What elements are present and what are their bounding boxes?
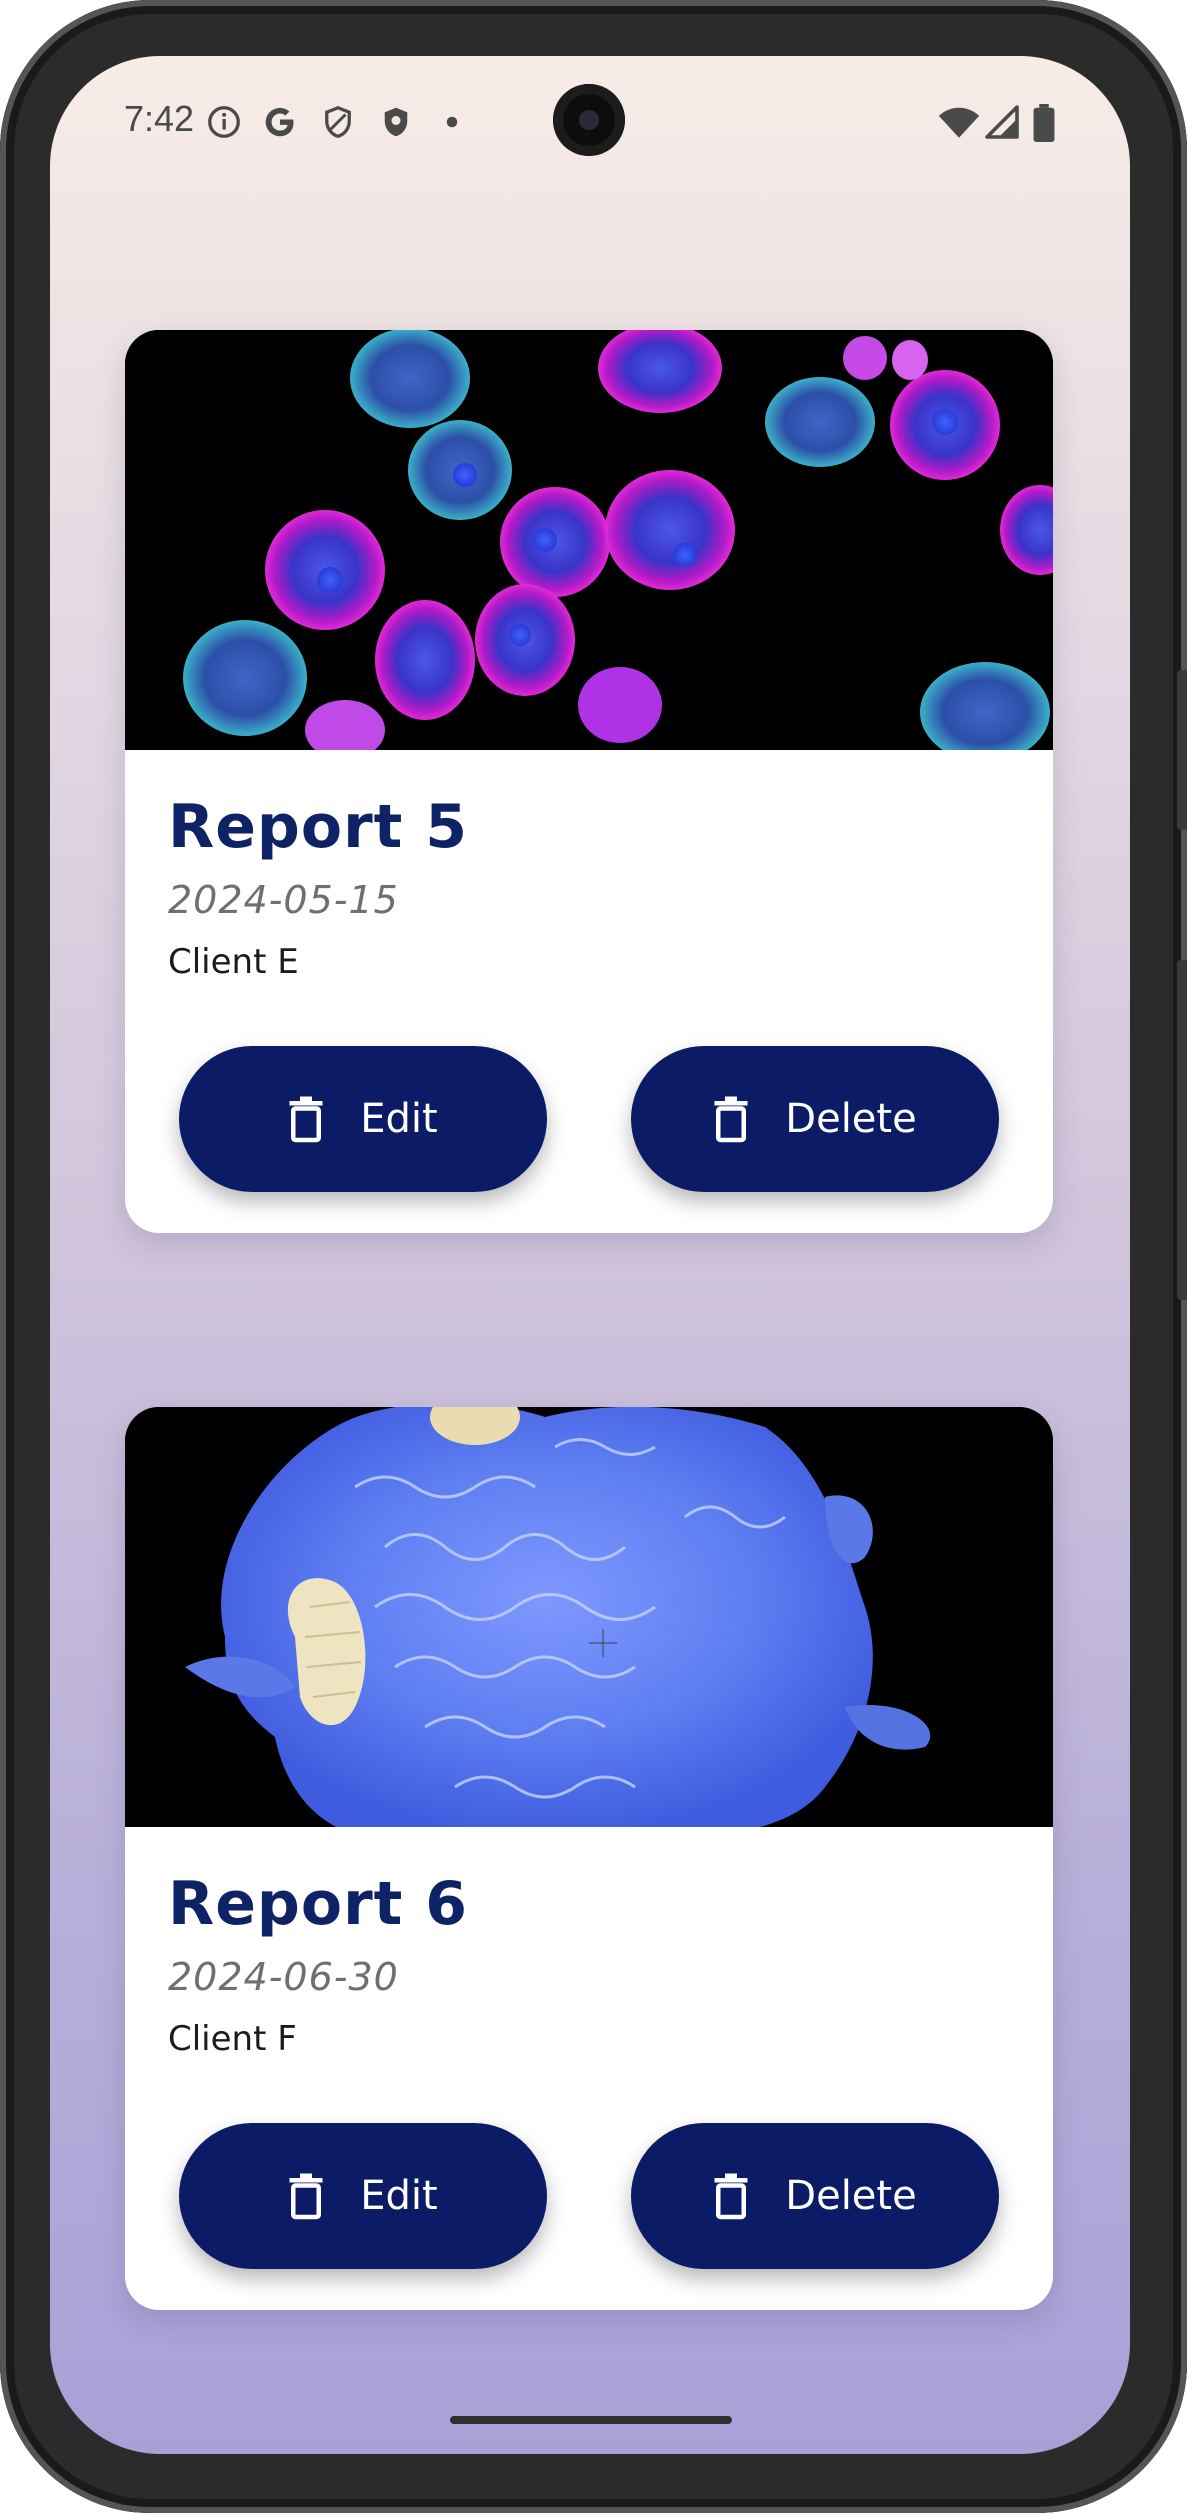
report-client: Client E bbox=[168, 942, 299, 982]
google-icon bbox=[265, 107, 294, 137]
front-camera bbox=[553, 84, 625, 156]
report-card: Report 6 2024-06-30 Client F Edit Delete bbox=[125, 1407, 1053, 2310]
report-client: Client F bbox=[168, 2019, 297, 2059]
trash-icon bbox=[289, 2173, 323, 2220]
trash-icon bbox=[289, 1096, 323, 1143]
signal-icon bbox=[985, 105, 1019, 139]
delete-button[interactable]: Delete bbox=[631, 1046, 999, 1192]
report-card: Report 5 2024-05-15 Client E Edit Delete bbox=[125, 330, 1053, 1233]
status-time: 7:42 bbox=[124, 98, 195, 139]
battery-icon bbox=[1033, 104, 1055, 142]
fluorescent-cells-image bbox=[125, 330, 1053, 750]
delete-button-label: Delete bbox=[785, 1096, 917, 1142]
report-date: 2024-06-30 bbox=[168, 1955, 399, 1999]
dot-icon bbox=[446, 116, 458, 128]
shield-icon bbox=[325, 105, 351, 138]
trash-icon bbox=[714, 2173, 748, 2220]
trash-icon bbox=[714, 1096, 748, 1143]
status-bar: 7:42 bbox=[50, 56, 1130, 186]
edit-button[interactable]: Edit bbox=[179, 2123, 547, 2269]
report-title: Report 6 bbox=[168, 1869, 468, 1939]
edit-button-label: Edit bbox=[360, 2173, 438, 2219]
delete-button-label: Delete bbox=[785, 2173, 917, 2219]
phone-frame: 7:42 Report 5 2024-05-15 Client E Edit D… bbox=[0, 0, 1187, 2513]
info-icon bbox=[208, 106, 240, 138]
blue-cell-microscopy-image bbox=[125, 1407, 1053, 1827]
volume-button bbox=[1177, 960, 1187, 1300]
wifi-icon bbox=[938, 107, 980, 138]
shield-badge-icon bbox=[384, 107, 408, 137]
delete-button[interactable]: Delete bbox=[631, 2123, 999, 2269]
screen: 7:42 Report 5 2024-05-15 Client E Edit D… bbox=[50, 56, 1130, 2454]
report-date: 2024-05-15 bbox=[168, 878, 399, 922]
home-indicator[interactable] bbox=[450, 2416, 732, 2424]
report-title: Report 5 bbox=[168, 792, 468, 862]
edit-button-label: Edit bbox=[360, 1096, 438, 1142]
edit-button[interactable]: Edit bbox=[179, 1046, 547, 1192]
power-button bbox=[1177, 670, 1187, 830]
